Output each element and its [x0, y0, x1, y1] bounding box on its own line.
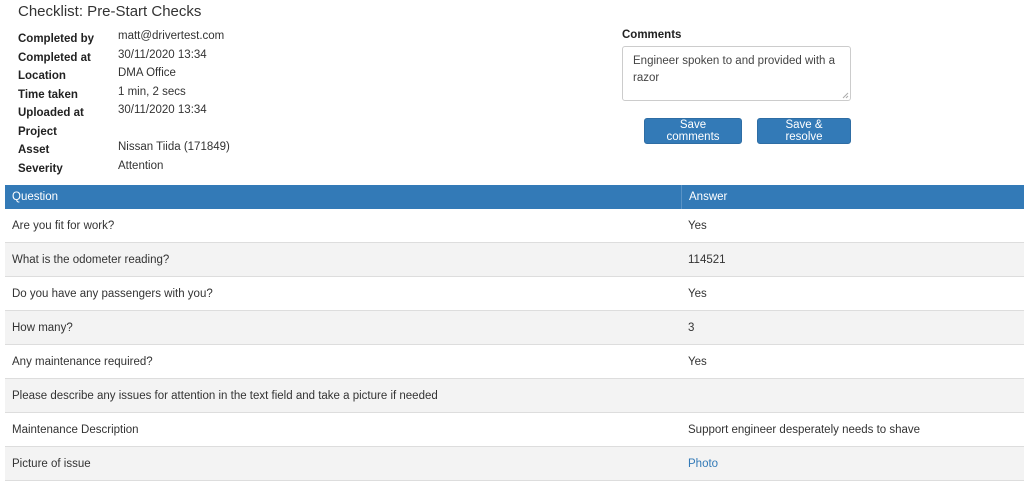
- table-row: Do you have any passengers with you? Yes: [5, 277, 1024, 311]
- detail-severity: Severity Attention: [18, 157, 230, 176]
- table-header: Question Answer: [5, 185, 1024, 209]
- answer-cell: Yes: [688, 287, 707, 300]
- detail-time-taken: Time taken 1 min, 2 secs: [18, 83, 230, 102]
- column-header-question: Question: [12, 191, 59, 203]
- answer-cell: Yes: [688, 219, 707, 232]
- checklist-details: Completed by matt@drivertest.com Complet…: [18, 27, 230, 175]
- detail-label: Time taken: [18, 88, 78, 101]
- table-row: What is the odometer reading? 114521: [5, 243, 1024, 277]
- question-cell: How many?: [12, 321, 73, 334]
- detail-label: Uploaded at: [18, 107, 84, 119]
- question-cell: What is the odometer reading?: [12, 253, 170, 266]
- question-cell: Picture of issue: [12, 457, 91, 470]
- page-title: Checklist: Pre-Start Checks: [18, 3, 202, 20]
- detail-value: Attention: [118, 159, 164, 172]
- detail-asset: Asset Nissan Tiida (171849): [18, 138, 230, 157]
- table-row: Maintenance Description Support engineer…: [5, 413, 1024, 447]
- comments-label: Comments: [622, 29, 682, 41]
- detail-value: 30/11/2020 13:34: [118, 48, 207, 61]
- question-cell: Please describe any issues for attention…: [12, 389, 438, 402]
- detail-value: DMA Office: [118, 67, 176, 79]
- table-row: Any maintenance required? Yes: [5, 345, 1024, 379]
- detail-location: Location DMA Office: [18, 64, 230, 83]
- save-and-resolve-button[interactable]: Save & resolve: [757, 118, 851, 144]
- answers-table: Question Answer Are you fit for work? Ye…: [5, 185, 1024, 481]
- table-row: Picture of issue Photo: [5, 447, 1024, 481]
- detail-uploaded-at: Uploaded at 30/11/2020 13:34: [18, 101, 230, 120]
- table-row: Are you fit for work? Yes: [5, 209, 1024, 243]
- question-cell: Do you have any passengers with you?: [12, 287, 213, 300]
- detail-label: Completed by: [18, 33, 95, 45]
- detail-completed-by: Completed by matt@drivertest.com: [18, 27, 230, 46]
- table-row: Please describe any issues for attention…: [5, 379, 1024, 413]
- detail-label: Severity: [18, 162, 63, 175]
- detail-completed-at: Completed at 30/11/2020 13:34: [18, 46, 230, 65]
- answer-cell-photo: Photo: [681, 458, 1024, 470]
- answer-cell: 114521: [688, 253, 726, 266]
- table-row: How many? 3: [5, 311, 1024, 345]
- comments-textarea[interactable]: Engineer spoken to and provided with a r…: [622, 46, 851, 101]
- detail-value: 30/11/2020 13:34: [118, 104, 207, 116]
- detail-value: matt@drivertest.com: [118, 30, 225, 42]
- detail-project: Project: [18, 120, 230, 139]
- answer-cell: Yes: [688, 355, 707, 368]
- column-header-answer: Answer: [681, 185, 1024, 209]
- detail-value: Nissan Tiida (171849): [118, 141, 230, 153]
- question-cell: Are you fit for work?: [12, 219, 115, 232]
- save-comments-button[interactable]: Save comments: [644, 118, 742, 144]
- question-cell: Any maintenance required?: [12, 355, 153, 368]
- photo-link[interactable]: Photo: [688, 458, 718, 470]
- resize-grip-icon[interactable]: [841, 91, 849, 99]
- answer-cell: Support engineer desperately needs to sh…: [688, 423, 921, 436]
- question-cell: Maintenance Description: [12, 423, 139, 436]
- detail-label: Asset: [18, 144, 50, 156]
- detail-value: 1 min, 2 secs: [118, 85, 186, 98]
- detail-label: Completed at: [18, 51, 91, 64]
- answer-cell: 3: [688, 321, 695, 334]
- detail-label: Location: [18, 70, 66, 82]
- detail-label: Project: [18, 125, 57, 138]
